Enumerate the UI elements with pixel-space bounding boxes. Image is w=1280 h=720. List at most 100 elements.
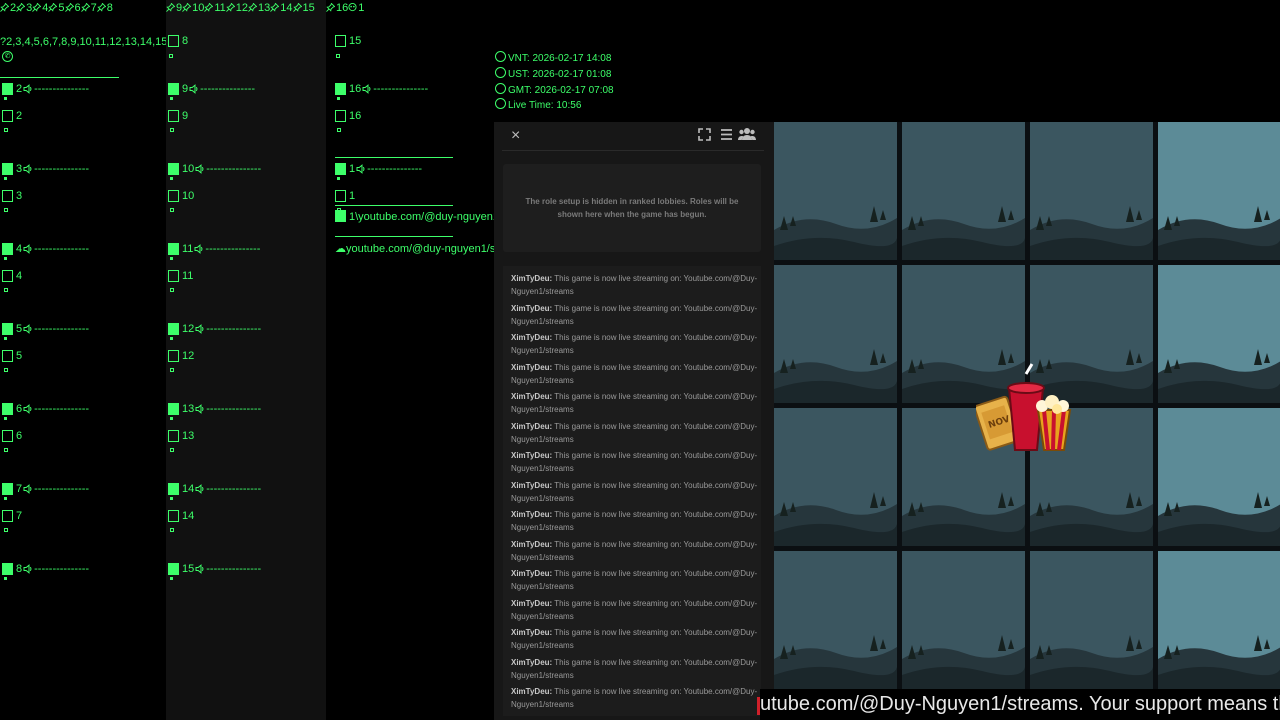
player-tab[interactable]: 12 (225, 2, 248, 14)
player-checkbox[interactable] (168, 483, 179, 495)
speaker-icon[interactable] (195, 164, 205, 174)
speaker-icon[interactable] (362, 84, 372, 94)
chat-username[interactable]: XimTyDeu: (511, 333, 552, 342)
player-slot-row[interactable]: 11 --------------- (168, 243, 260, 255)
player-slot-tile[interactable] (774, 265, 897, 403)
player-checkbox[interactable] (168, 243, 179, 255)
note-checkbox[interactable] (335, 190, 346, 202)
player-slot-row[interactable]: 10 --------------- (168, 163, 261, 175)
player-slot-row[interactable]: 7 --------------- (2, 483, 89, 495)
player-tab[interactable]: 15 (292, 2, 315, 14)
player-slot-row[interactable]: 5 --------------- (2, 323, 89, 335)
note-checkbox[interactable] (168, 190, 179, 202)
fullscreen-icon[interactable] (698, 128, 711, 144)
player-note-row[interactable]: 12 (168, 350, 194, 362)
note-checkbox[interactable] (168, 110, 179, 122)
player-slot-tile[interactable] (1158, 122, 1280, 260)
chat-username[interactable]: XimTyDeu: (511, 510, 552, 519)
chat-username[interactable]: XimTyDeu: (511, 599, 552, 608)
menu-icon[interactable] (720, 128, 733, 144)
player-tab[interactable]: 10 (182, 2, 204, 14)
player-tab[interactable]: 7 (80, 2, 97, 14)
player-slot-tile[interactable] (1158, 408, 1280, 546)
player-slot-tile[interactable] (902, 122, 1025, 260)
chat-username[interactable]: XimTyDeu: (511, 658, 552, 667)
chat-username[interactable]: XimTyDeu: (511, 540, 552, 549)
note-checkbox[interactable] (2, 190, 13, 202)
player-note-row[interactable]: 9 (168, 110, 188, 122)
player-checkbox[interactable] (2, 563, 13, 575)
note-checkbox[interactable] (2, 350, 13, 362)
player-checkbox[interactable] (168, 323, 179, 335)
player-checkbox[interactable] (2, 83, 13, 95)
note-checkbox[interactable] (2, 270, 13, 282)
speaker-icon[interactable] (195, 404, 205, 414)
player-slot-row[interactable]: 14 --------------- (168, 483, 261, 495)
player-checkbox[interactable] (2, 163, 13, 175)
player-note-row[interactable]: 13 (168, 430, 194, 442)
player-note-row[interactable]: 5 (2, 350, 22, 362)
note-checkbox[interactable] (168, 350, 179, 362)
player-tab[interactable]: 6 (64, 2, 81, 14)
checkbox-row[interactable]: 8 (168, 35, 188, 47)
chat-username[interactable]: XimTyDeu: (511, 569, 552, 578)
player-checkbox[interactable] (335, 163, 346, 175)
player-checkbox[interactable] (335, 83, 346, 95)
player-tab[interactable]: 11 (204, 2, 226, 14)
player-tab[interactable]: 5 (48, 2, 65, 14)
player-slot-tile[interactable] (1158, 551, 1280, 689)
player-slot-tile[interactable] (774, 408, 897, 546)
player-note-row[interactable]: 11 (168, 270, 193, 282)
player-note-row[interactable]: 6 (2, 430, 22, 442)
players-icon[interactable] (738, 127, 756, 144)
speaker-icon[interactable] (189, 84, 199, 94)
player-checkbox[interactable] (2, 323, 13, 335)
stream-link-2[interactable]: ☁youtube.com/@duy-nguyen1/strea (335, 242, 496, 255)
note-checkbox[interactable] (168, 270, 179, 282)
checkbox[interactable] (168, 35, 179, 47)
speaker-icon[interactable] (195, 564, 205, 574)
player-checkbox[interactable] (2, 403, 13, 415)
note-checkbox[interactable] (2, 510, 13, 522)
note-checkbox[interactable] (2, 430, 13, 442)
close-button[interactable]: × (511, 127, 520, 145)
chat-username[interactable]: XimTyDeu: (511, 274, 552, 283)
player-tab[interactable]: 14 (270, 2, 293, 14)
player-slot-row[interactable]: 16 --------------- (335, 83, 428, 95)
stream-link-1[interactable]: 1\youtube.com/@duy-nguyen1/str (335, 210, 495, 223)
player-note-row[interactable]: 1 (335, 190, 355, 202)
chat-username[interactable]: XimTyDeu: (511, 304, 552, 313)
player-slot-tile[interactable] (902, 551, 1025, 689)
player-tab[interactable]: 4 (32, 2, 48, 14)
chat-username[interactable]: XimTyDeu: (511, 392, 552, 401)
player-slot-tile[interactable] (1158, 265, 1280, 403)
player-tab[interactable]: 9 (166, 2, 182, 14)
speaker-icon[interactable] (356, 164, 366, 174)
speaker-icon[interactable] (23, 324, 33, 334)
speaker-icon[interactable] (23, 404, 33, 414)
speaker-icon[interactable] (23, 244, 33, 254)
chat-username[interactable]: XimTyDeu: (511, 451, 552, 460)
player-slot-tile[interactable] (774, 122, 897, 260)
chat-username[interactable]: XimTyDeu: (511, 363, 552, 372)
player-slot-row[interactable]: 2 --------------- (2, 83, 89, 95)
chat-username[interactable]: XimTyDeu: (511, 687, 552, 696)
player-slot-row[interactable]: 9 --------------- (168, 83, 255, 95)
speaker-icon[interactable] (195, 484, 205, 494)
checkbox[interactable] (335, 35, 346, 47)
player-checkbox[interactable] (168, 403, 179, 415)
checkbox[interactable] (335, 210, 346, 222)
player-slot-tile[interactable] (1030, 122, 1153, 260)
note-checkbox[interactable] (168, 510, 179, 522)
player-slot-row[interactable]: 6 --------------- (2, 403, 89, 415)
player-tab[interactable]: 8 (96, 2, 113, 14)
speaker-icon[interactable] (23, 164, 33, 174)
player-slot-row[interactable]: 1 --------------- (335, 163, 422, 175)
player-tab[interactable]: 13 (248, 2, 270, 14)
player-note-row[interactable]: 4 (2, 270, 22, 282)
player-checkbox[interactable] (168, 563, 179, 575)
player-tab[interactable]: 2 (0, 2, 16, 14)
player-slot-tile[interactable] (1030, 551, 1153, 689)
speaker-icon[interactable] (195, 324, 205, 334)
player-note-row[interactable]: 16 (335, 110, 361, 122)
